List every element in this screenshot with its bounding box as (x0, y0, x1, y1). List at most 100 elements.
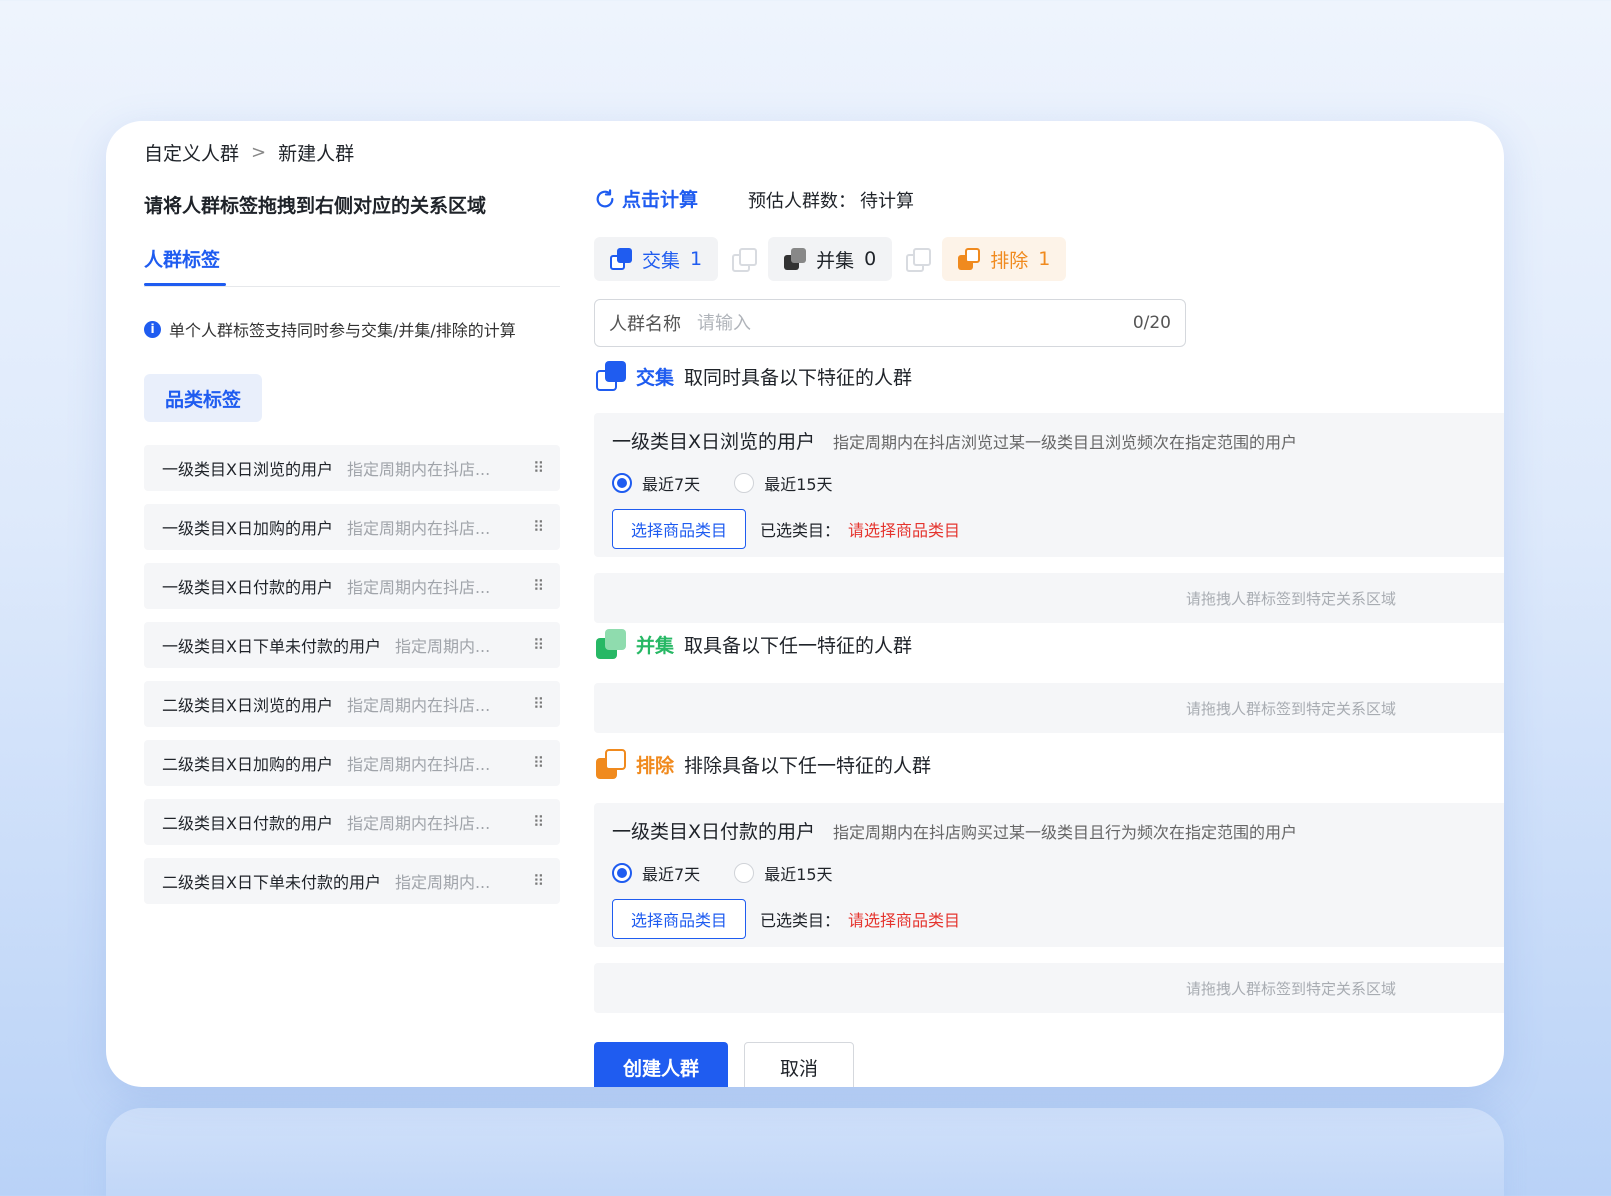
label-item[interactable]: 二级类目X日付款的用户 指定周期内在抖店... ⠿ (144, 799, 560, 845)
exclude-icon (596, 749, 626, 779)
background-card (106, 1108, 1504, 1196)
relation-toolbar: 交集 1 并集 0 排除 1 (594, 237, 1067, 281)
toolbar-intersection-button[interactable]: 交集 1 (594, 237, 719, 281)
toolbar-union-count: 0 (864, 248, 877, 270)
intersection-drop-zone[interactable]: 请拖拽人群标签到特定关系区域 (594, 573, 1504, 623)
exclude-section-header: 排除 排除具备以下任一特征的人群 (596, 749, 931, 779)
copy-icon[interactable] (906, 248, 932, 272)
drag-handle-icon[interactable]: ⠿ (533, 813, 544, 831)
label-item-name: 二级类目X日加购的用户 (162, 755, 333, 774)
toolbar-intersection-count: 1 (690, 248, 703, 270)
intersection-item-desc: 指定周期内在抖店浏览过某一级类目且浏览频次在指定范围的用户 (833, 433, 1298, 452)
label-item-desc: 指定周期内... (394, 637, 491, 656)
notice-text: 单个人群标签支持同时参与交集/并集/排除的计算 (169, 321, 516, 340)
label-item-name: 一级类目X日付款的用户 (162, 578, 333, 597)
label-item-name: 一级类目X日浏览的用户 (162, 460, 333, 479)
drag-handle-icon[interactable]: ⠿ (533, 754, 544, 772)
exclude-icon (958, 248, 981, 270)
selected-category-label: 已选类目： (760, 521, 841, 540)
refresh-icon (596, 188, 614, 207)
toolbar-union-label: 并集 (816, 249, 855, 272)
toolbar-exclude-count: 1 (1038, 248, 1051, 270)
breadcrumb-current: 新建人群 (278, 143, 355, 165)
tab-divider (144, 286, 560, 287)
radio-7-days[interactable] (612, 473, 632, 493)
exclude-item-desc: 指定周期内在抖店购买过某一级类目且行为频次在指定范围的用户 (833, 823, 1298, 842)
drag-handle-icon[interactable]: ⠿ (533, 695, 544, 713)
label-item[interactable]: 一级类目X日付款的用户 指定周期内在抖店... ⠿ (144, 563, 560, 609)
calculate-button[interactable]: 点击计算 (594, 185, 698, 212)
selected-category-value[interactable]: 请选择商品类目 (848, 517, 960, 541)
label-item[interactable]: 二级类目X日浏览的用户 指定周期内在抖店... ⠿ (144, 681, 560, 727)
label-item-name: 一级类目X日加购的用户 (162, 519, 333, 538)
radio-15-days-label: 最近15天 (764, 865, 833, 884)
tab-audience-labels[interactable]: 人群标签 (144, 245, 220, 272)
toolbar-union-button[interactable]: 并集 0 (768, 237, 893, 281)
label-item-desc: 指定周期内在抖店... (346, 460, 491, 479)
union-title: 并集 (636, 634, 675, 657)
toolbar-intersection-label: 交集 (642, 249, 681, 272)
label-item-desc: 指定周期内在抖店... (346, 578, 491, 597)
union-desc: 取具备以下任一特征的人群 (684, 634, 913, 657)
exclude-item-name: 一级类目X日付款的用户 (612, 821, 816, 843)
intersection-desc: 取同时具备以下特征的人群 (684, 366, 913, 389)
intersection-period-radios: 最近7天 最近15天 (612, 471, 833, 495)
info-icon: i (144, 320, 161, 338)
drag-handle-icon[interactable]: ⠿ (533, 518, 544, 536)
category-tag-button[interactable]: 品类标签 (144, 374, 262, 422)
label-item[interactable]: 二级类目X日加购的用户 指定周期内在抖店... ⠿ (144, 740, 560, 786)
estimate-value: 待计算 (860, 191, 914, 212)
selected-category-value[interactable]: 请选择商品类目 (848, 907, 960, 931)
union-icon (784, 248, 807, 270)
cancel-button[interactable]: 取消 (744, 1042, 854, 1087)
drag-handle-icon[interactable]: ⠿ (533, 577, 544, 595)
label-item-desc: 指定周期内在抖店... (346, 755, 491, 774)
exclude-category-row: 选择商品类目 已选类目： 请选择商品类目 (612, 899, 960, 939)
create-audience-card: 自定义人群 > 新建人群 请将人群标签拖拽到右侧对应的关系区域 人群标签 i 单… (106, 121, 1504, 1087)
exclude-drop-zone[interactable]: 请拖拽人群标签到特定关系区域 (594, 963, 1504, 1013)
left-title: 请将人群标签拖拽到右侧对应的关系区域 (144, 195, 487, 217)
label-item-desc: 指定周期内在抖店... (346, 814, 491, 833)
drag-handle-icon[interactable]: ⠿ (533, 872, 544, 890)
label-item-desc: 指定周期内... (394, 873, 491, 892)
radio-7-days[interactable] (612, 863, 632, 883)
drag-handle-icon[interactable]: ⠿ (533, 636, 544, 654)
selected-category-label: 已选类目： (760, 911, 841, 930)
notice: i 单个人群标签支持同时参与交集/并集/排除的计算 (144, 317, 516, 341)
label-item-name: 二级类目X日付款的用户 (162, 814, 333, 833)
estimate: 预估人群数： 待计算 (748, 187, 914, 213)
estimate-label: 预估人群数： (748, 191, 856, 212)
intersection-icon (610, 248, 632, 270)
copy-icon[interactable] (732, 248, 758, 272)
exclude-period-radios: 最近7天 最近15天 (612, 861, 833, 885)
breadcrumb: 自定义人群 > 新建人群 (144, 139, 354, 166)
union-icon (596, 629, 626, 659)
audience-name-counter: 0/20 (1132, 313, 1171, 333)
toolbar-exclude-button[interactable]: 排除 1 (942, 237, 1067, 281)
label-item-desc: 指定周期内在抖店... (346, 519, 491, 538)
audience-name-input[interactable] (697, 312, 1133, 334)
label-item-name: 一级类目X日下单未付款的用户 (162, 637, 381, 656)
select-category-button[interactable]: 选择商品类目 (612, 899, 747, 939)
label-item[interactable]: 二级类目X日下单未付款的用户 指定周期内... ⠿ (144, 858, 560, 904)
label-item[interactable]: 一级类目X日浏览的用户 指定周期内在抖店... ⠿ (144, 445, 560, 491)
label-item[interactable]: 一级类目X日下单未付款的用户 指定周期内... ⠿ (144, 622, 560, 668)
intersection-item-name: 一级类目X日浏览的用户 (612, 431, 816, 453)
intersection-title: 交集 (636, 366, 675, 389)
label-list: 一级类目X日浏览的用户 指定周期内在抖店... ⠿ 一级类目X日加购的用户 指定周期内在… (144, 445, 560, 917)
radio-15-days-label: 最近15天 (764, 475, 833, 494)
radio-15-days[interactable] (734, 473, 755, 493)
exclude-item-title: 一级类目X日付款的用户 指定周期内在抖店购买过某一级类目且行为频次在指定范围的用… (612, 817, 1297, 844)
breadcrumb-separator: > (251, 142, 267, 163)
union-drop-zone[interactable]: 请拖拽人群标签到特定关系区域 (594, 683, 1504, 733)
create-audience-button[interactable]: 创建人群 (594, 1042, 728, 1087)
breadcrumb-parent[interactable]: 自定义人群 (144, 139, 239, 166)
label-item[interactable]: 一级类目X日加购的用户 指定周期内在抖店... ⠿ (144, 504, 560, 550)
intersection-category-row: 选择商品类目 已选类目： 请选择商品类目 (612, 509, 960, 549)
label-item-name: 二级类目X日浏览的用户 (162, 696, 333, 715)
intersection-label-panel: 一级类目X日浏览的用户 指定周期内在抖店浏览过某一级类目且浏览频次在指定范围的用… (594, 413, 1504, 557)
select-category-button[interactable]: 选择商品类目 (612, 509, 747, 549)
audience-name-label: 人群名称 (609, 314, 681, 335)
radio-15-days[interactable] (734, 863, 755, 883)
drag-handle-icon[interactable]: ⠿ (533, 459, 544, 477)
